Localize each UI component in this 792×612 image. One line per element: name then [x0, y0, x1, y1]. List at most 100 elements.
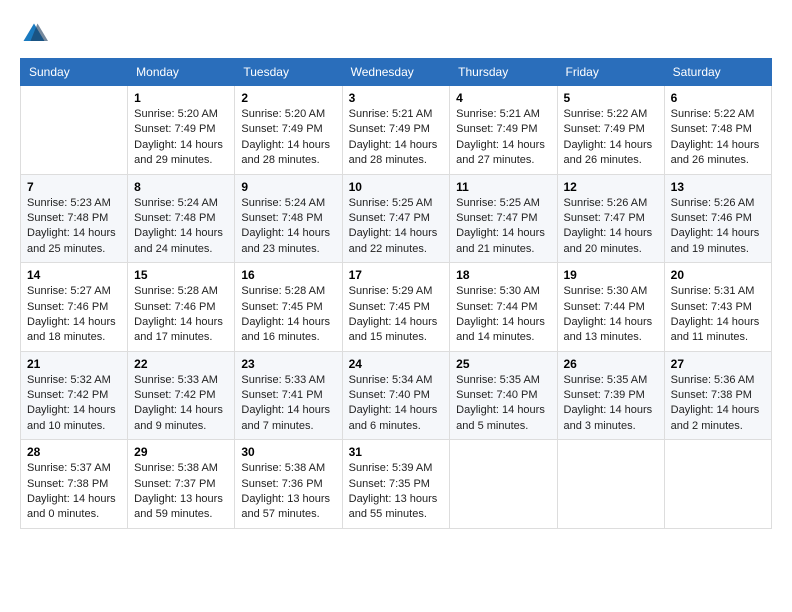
daylight-label: Daylight: 14 hours and 22 minutes.	[349, 227, 438, 254]
day-cell: 27 Sunrise: 5:36 AM Sunset: 7:38 PM Dayl…	[664, 351, 771, 440]
sunrise-label: Sunrise: 5:39 AM	[349, 462, 433, 474]
sunrise-label: Sunrise: 5:27 AM	[27, 285, 111, 297]
sunrise-label: Sunrise: 5:28 AM	[134, 285, 218, 297]
day-info: Sunrise: 5:37 AM Sunset: 7:38 PM Dayligh…	[27, 461, 121, 523]
day-info: Sunrise: 5:26 AM Sunset: 7:46 PM Dayligh…	[671, 196, 765, 258]
sunset-label: Sunset: 7:46 PM	[27, 301, 108, 313]
sunset-label: Sunset: 7:49 PM	[349, 123, 430, 135]
day-cell: 26 Sunrise: 5:35 AM Sunset: 7:39 PM Dayl…	[557, 351, 664, 440]
day-info: Sunrise: 5:23 AM Sunset: 7:48 PM Dayligh…	[27, 196, 121, 258]
weekday-header-sunday: Sunday	[21, 59, 128, 86]
day-number: 8	[134, 180, 228, 194]
day-number: 20	[671, 268, 765, 282]
day-info: Sunrise: 5:22 AM Sunset: 7:48 PM Dayligh…	[671, 107, 765, 169]
day-info: Sunrise: 5:38 AM Sunset: 7:37 PM Dayligh…	[134, 461, 228, 523]
sunset-label: Sunset: 7:44 PM	[456, 301, 537, 313]
day-number: 30	[241, 445, 335, 459]
daylight-label: Daylight: 14 hours and 18 minutes.	[27, 316, 116, 343]
daylight-label: Daylight: 14 hours and 26 minutes.	[671, 139, 760, 166]
calendar-table: SundayMondayTuesdayWednesdayThursdayFrid…	[20, 58, 772, 529]
daylight-label: Daylight: 14 hours and 27 minutes.	[456, 139, 545, 166]
day-info: Sunrise: 5:24 AM Sunset: 7:48 PM Dayligh…	[241, 196, 335, 258]
day-cell: 15 Sunrise: 5:28 AM Sunset: 7:46 PM Dayl…	[128, 263, 235, 352]
day-number: 31	[349, 445, 444, 459]
day-number: 25	[456, 357, 550, 371]
sunrise-label: Sunrise: 5:35 AM	[456, 374, 540, 386]
weekday-header-monday: Monday	[128, 59, 235, 86]
sunset-label: Sunset: 7:38 PM	[27, 478, 108, 490]
daylight-label: Daylight: 14 hours and 7 minutes.	[241, 404, 330, 431]
daylight-label: Daylight: 13 hours and 55 minutes.	[349, 493, 438, 520]
daylight-label: Daylight: 13 hours and 59 minutes.	[134, 493, 223, 520]
sunset-label: Sunset: 7:47 PM	[456, 212, 537, 224]
sunset-label: Sunset: 7:45 PM	[241, 301, 322, 313]
daylight-label: Daylight: 14 hours and 15 minutes.	[349, 316, 438, 343]
day-info: Sunrise: 5:20 AM Sunset: 7:49 PM Dayligh…	[241, 107, 335, 169]
daylight-label: Daylight: 14 hours and 9 minutes.	[134, 404, 223, 431]
day-number: 3	[349, 91, 444, 105]
daylight-label: Daylight: 14 hours and 19 minutes.	[671, 227, 760, 254]
day-number: 18	[456, 268, 550, 282]
page-header	[20, 20, 772, 48]
weekday-header-tuesday: Tuesday	[235, 59, 342, 86]
sunrise-label: Sunrise: 5:24 AM	[134, 197, 218, 209]
day-cell: 13 Sunrise: 5:26 AM Sunset: 7:46 PM Dayl…	[664, 174, 771, 263]
day-cell: 7 Sunrise: 5:23 AM Sunset: 7:48 PM Dayli…	[21, 174, 128, 263]
sunset-label: Sunset: 7:49 PM	[241, 123, 322, 135]
weekday-header-row: SundayMondayTuesdayWednesdayThursdayFrid…	[21, 59, 772, 86]
sunset-label: Sunset: 7:47 PM	[564, 212, 645, 224]
day-cell: 25 Sunrise: 5:35 AM Sunset: 7:40 PM Dayl…	[450, 351, 557, 440]
day-number: 17	[349, 268, 444, 282]
day-cell: 1 Sunrise: 5:20 AM Sunset: 7:49 PM Dayli…	[128, 86, 235, 175]
day-number: 24	[349, 357, 444, 371]
daylight-label: Daylight: 14 hours and 24 minutes.	[134, 227, 223, 254]
sunset-label: Sunset: 7:40 PM	[456, 389, 537, 401]
day-number: 23	[241, 357, 335, 371]
sunrise-label: Sunrise: 5:26 AM	[671, 197, 755, 209]
day-info: Sunrise: 5:28 AM Sunset: 7:45 PM Dayligh…	[241, 284, 335, 346]
day-info: Sunrise: 5:29 AM Sunset: 7:45 PM Dayligh…	[349, 284, 444, 346]
day-info: Sunrise: 5:36 AM Sunset: 7:38 PM Dayligh…	[671, 373, 765, 435]
sunset-label: Sunset: 7:35 PM	[349, 478, 430, 490]
sunrise-label: Sunrise: 5:28 AM	[241, 285, 325, 297]
day-info: Sunrise: 5:32 AM Sunset: 7:42 PM Dayligh…	[27, 373, 121, 435]
sunrise-label: Sunrise: 5:25 AM	[349, 197, 433, 209]
sunrise-label: Sunrise: 5:30 AM	[456, 285, 540, 297]
sunset-label: Sunset: 7:36 PM	[241, 478, 322, 490]
daylight-label: Daylight: 14 hours and 25 minutes.	[27, 227, 116, 254]
sunrise-label: Sunrise: 5:38 AM	[134, 462, 218, 474]
day-cell	[450, 440, 557, 529]
day-cell: 24 Sunrise: 5:34 AM Sunset: 7:40 PM Dayl…	[342, 351, 450, 440]
sunrise-label: Sunrise: 5:21 AM	[349, 108, 433, 120]
daylight-label: Daylight: 14 hours and 5 minutes.	[456, 404, 545, 431]
sunset-label: Sunset: 7:37 PM	[134, 478, 215, 490]
sunrise-label: Sunrise: 5:37 AM	[27, 462, 111, 474]
day-cell: 20 Sunrise: 5:31 AM Sunset: 7:43 PM Dayl…	[664, 263, 771, 352]
daylight-label: Daylight: 14 hours and 26 minutes.	[564, 139, 653, 166]
day-number: 7	[27, 180, 121, 194]
sunrise-label: Sunrise: 5:32 AM	[27, 374, 111, 386]
day-cell: 31 Sunrise: 5:39 AM Sunset: 7:35 PM Dayl…	[342, 440, 450, 529]
daylight-label: Daylight: 14 hours and 23 minutes.	[241, 227, 330, 254]
sunrise-label: Sunrise: 5:24 AM	[241, 197, 325, 209]
sunrise-label: Sunrise: 5:21 AM	[456, 108, 540, 120]
day-cell: 2 Sunrise: 5:20 AM Sunset: 7:49 PM Dayli…	[235, 86, 342, 175]
day-number: 11	[456, 180, 550, 194]
day-info: Sunrise: 5:34 AM Sunset: 7:40 PM Dayligh…	[349, 373, 444, 435]
sunrise-label: Sunrise: 5:30 AM	[564, 285, 648, 297]
day-info: Sunrise: 5:33 AM Sunset: 7:42 PM Dayligh…	[134, 373, 228, 435]
day-info: Sunrise: 5:33 AM Sunset: 7:41 PM Dayligh…	[241, 373, 335, 435]
sunrise-label: Sunrise: 5:31 AM	[671, 285, 755, 297]
day-info: Sunrise: 5:21 AM Sunset: 7:49 PM Dayligh…	[349, 107, 444, 169]
daylight-label: Daylight: 14 hours and 3 minutes.	[564, 404, 653, 431]
weekday-header-friday: Friday	[557, 59, 664, 86]
day-cell: 9 Sunrise: 5:24 AM Sunset: 7:48 PM Dayli…	[235, 174, 342, 263]
day-number: 9	[241, 180, 335, 194]
day-number: 15	[134, 268, 228, 282]
sunrise-label: Sunrise: 5:26 AM	[564, 197, 648, 209]
day-info: Sunrise: 5:24 AM Sunset: 7:48 PM Dayligh…	[134, 196, 228, 258]
day-info: Sunrise: 5:21 AM Sunset: 7:49 PM Dayligh…	[456, 107, 550, 169]
day-info: Sunrise: 5:26 AM Sunset: 7:47 PM Dayligh…	[564, 196, 658, 258]
sunrise-label: Sunrise: 5:33 AM	[134, 374, 218, 386]
daylight-label: Daylight: 14 hours and 2 minutes.	[671, 404, 760, 431]
